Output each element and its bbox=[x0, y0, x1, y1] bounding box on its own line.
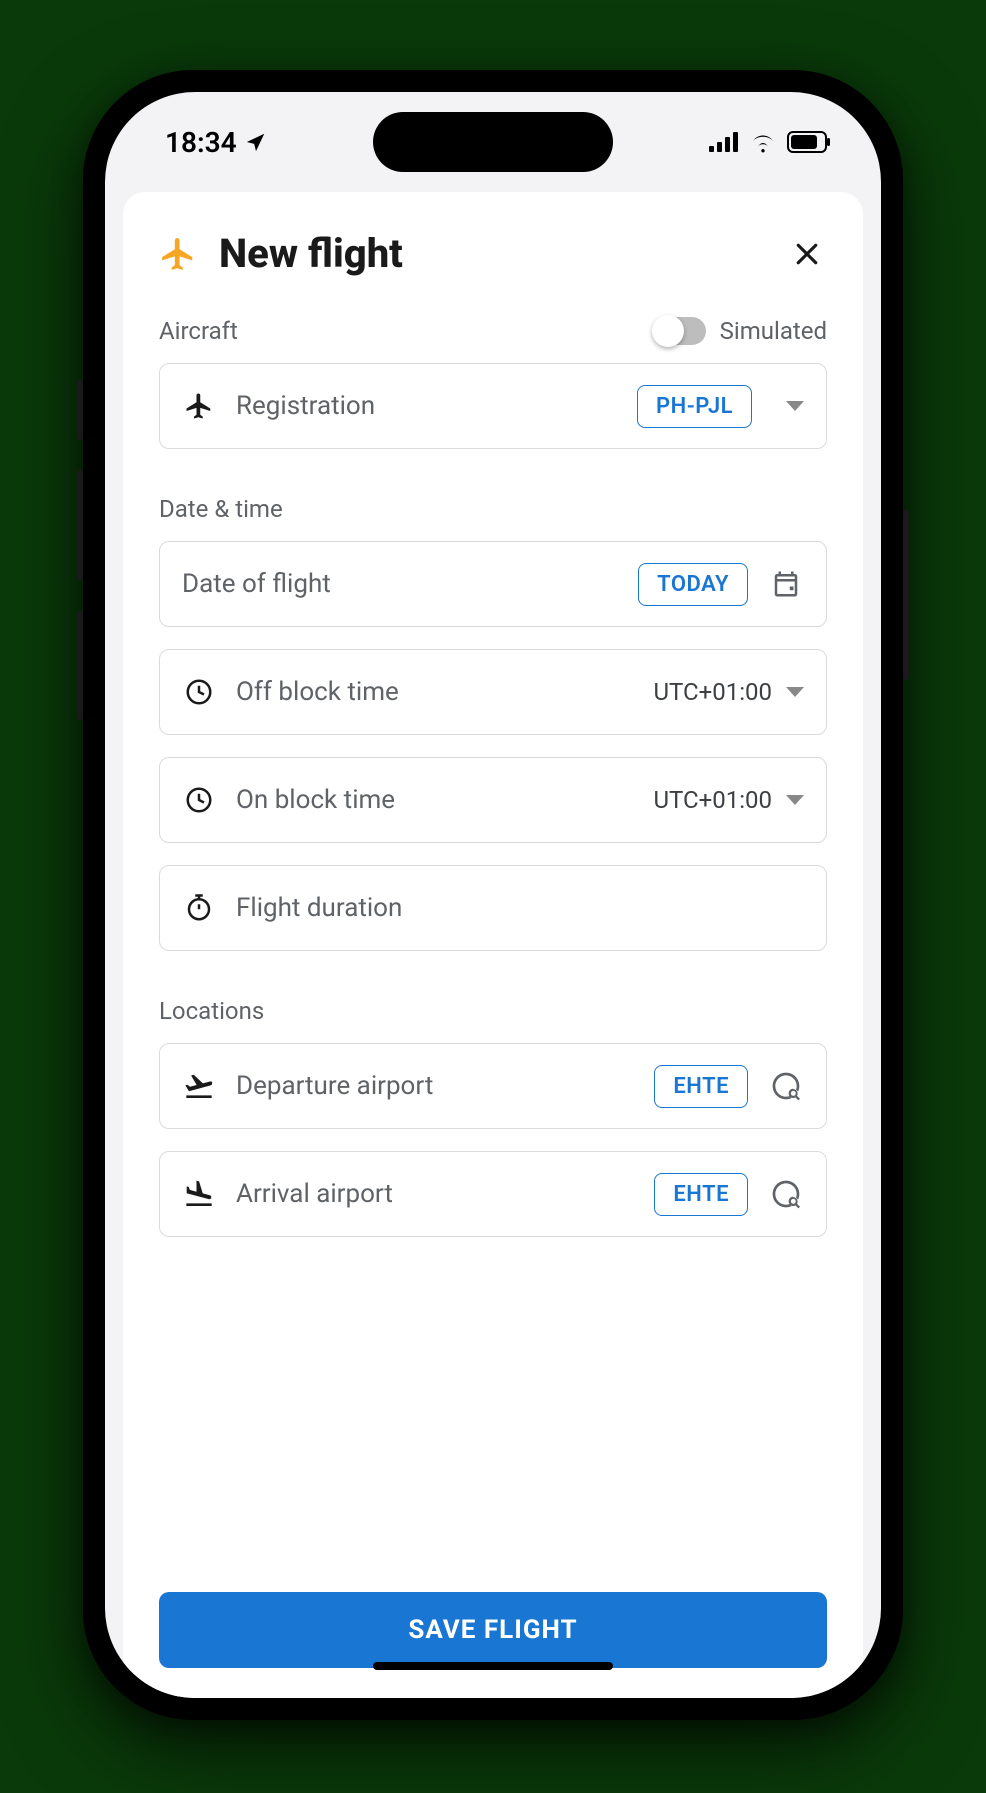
calendar-button[interactable] bbox=[768, 566, 804, 602]
clock-icon bbox=[184, 677, 214, 707]
flight-duration-field[interactable]: Flight duration bbox=[159, 865, 827, 951]
on-block-label: On block time bbox=[236, 785, 633, 815]
arrival-value-chip[interactable]: EHTE bbox=[654, 1173, 748, 1216]
cellular-icon bbox=[709, 132, 739, 152]
wifi-icon bbox=[749, 131, 777, 153]
on-block-time-field[interactable]: On block time UTC+01:00 bbox=[159, 757, 827, 843]
card-header: New flight bbox=[159, 230, 827, 277]
takeoff-icon bbox=[183, 1070, 215, 1102]
registration-field[interactable]: Registration PH-PJL bbox=[159, 363, 827, 449]
datetime-section-header: Date & time bbox=[159, 495, 827, 523]
save-flight-button[interactable]: SAVE FLIGHT bbox=[159, 1592, 827, 1668]
chevron-down-icon bbox=[786, 795, 804, 805]
dynamic-island bbox=[373, 112, 613, 172]
calendar-icon bbox=[771, 569, 801, 599]
off-block-time-field[interactable]: Off block time UTC+01:00 bbox=[159, 649, 827, 735]
arrival-globe-search-button[interactable] bbox=[768, 1176, 804, 1212]
phone-screen: 18:34 bbox=[105, 92, 881, 1698]
chevron-down-icon bbox=[786, 401, 804, 411]
stopwatch-icon bbox=[184, 893, 214, 923]
volume-down-button bbox=[77, 610, 83, 720]
globe-search-icon bbox=[770, 1178, 802, 1210]
power-button bbox=[903, 510, 909, 680]
departure-label: Departure airport bbox=[236, 1071, 634, 1101]
status-time: 18:34 bbox=[165, 126, 237, 159]
date-label: Date of flight bbox=[182, 569, 618, 599]
page-title: New flight bbox=[219, 230, 765, 277]
departure-value-chip[interactable]: EHTE bbox=[654, 1065, 748, 1108]
volume-mute-switch bbox=[77, 380, 83, 440]
on-block-tz-value: UTC+01:00 bbox=[653, 786, 772, 814]
on-block-tz-selector[interactable]: UTC+01:00 bbox=[653, 786, 804, 814]
today-chip[interactable]: TODAY bbox=[638, 563, 748, 606]
home-indicator[interactable] bbox=[373, 1662, 613, 1670]
registration-value-chip[interactable]: PH-PJL bbox=[637, 385, 752, 428]
arrival-label: Arrival airport bbox=[236, 1179, 634, 1209]
off-block-label: Off block time bbox=[236, 677, 633, 707]
off-block-tz-value: UTC+01:00 bbox=[653, 678, 772, 706]
locations-label: Locations bbox=[159, 997, 264, 1025]
new-flight-card: New flight Aircraft Simulated bbox=[123, 192, 863, 1698]
clock-icon bbox=[184, 785, 214, 815]
arrival-airport-field[interactable]: Arrival airport EHTE bbox=[159, 1151, 827, 1237]
aircraft-section-header: Aircraft Simulated bbox=[159, 317, 827, 345]
chevron-down-icon bbox=[786, 687, 804, 697]
datetime-label: Date & time bbox=[159, 495, 283, 523]
close-button[interactable] bbox=[787, 234, 827, 274]
battery-icon bbox=[787, 131, 831, 153]
globe-search-icon bbox=[770, 1070, 802, 1102]
airplane-icon bbox=[159, 235, 197, 273]
off-block-tz-selector[interactable]: UTC+01:00 bbox=[653, 678, 804, 706]
locations-section-header: Locations bbox=[159, 997, 827, 1025]
close-icon bbox=[792, 239, 822, 269]
simulated-label: Simulated bbox=[720, 317, 827, 345]
departure-globe-search-button[interactable] bbox=[768, 1068, 804, 1104]
volume-up-button bbox=[77, 470, 83, 580]
date-of-flight-field[interactable]: Date of flight TODAY bbox=[159, 541, 827, 627]
registration-label: Registration bbox=[236, 391, 617, 421]
airplane-small-icon bbox=[184, 391, 214, 421]
simulated-toggle[interactable] bbox=[654, 317, 706, 345]
aircraft-label: Aircraft bbox=[159, 317, 238, 345]
landing-icon bbox=[183, 1178, 215, 1210]
departure-airport-field[interactable]: Departure airport EHTE bbox=[159, 1043, 827, 1129]
phone-frame: 18:34 bbox=[83, 70, 903, 1720]
duration-label: Flight duration bbox=[236, 893, 804, 923]
location-arrow-icon bbox=[245, 131, 267, 153]
